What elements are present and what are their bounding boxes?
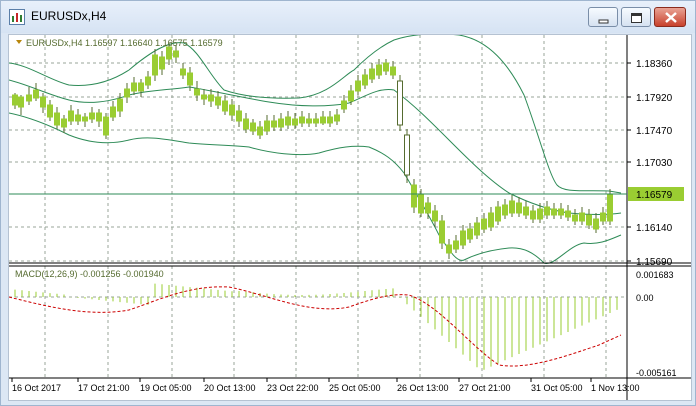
maximize-icon <box>631 13 642 23</box>
macd-axis-label: 0.001683 <box>636 270 674 280</box>
macd-axis-label: -0.005161 <box>636 368 677 378</box>
symbol-info: EURUSDx,H4 1.16597 1.16640 1.16575 1.165… <box>26 38 223 48</box>
time-axis-label: 20 Oct 13:00 <box>204 383 256 393</box>
time-axis-label: 17 Oct 21:00 <box>78 383 130 393</box>
time-axis-label: 23 Oct 22:00 <box>267 383 319 393</box>
chart-area[interactable]: 1.16579 EURUSDx,H4 1.16597 1.16640 1.165… <box>8 33 692 401</box>
chart-window: EURUSDx,H4 1.16579 EURUSDx,H4 1.16597 1.… <box>0 0 696 406</box>
price-chart-svg[interactable]: 1.16579 EURUSDx,H4 1.16597 1.16640 1.165… <box>8 33 691 400</box>
time-axis-label: 19 Oct 05:00 <box>140 383 192 393</box>
price-axis-label: 1.15690 <box>636 257 673 268</box>
time-axis-label: 31 Oct 05:00 <box>531 383 583 393</box>
current-price-label: 1.16579 <box>636 190 673 201</box>
title-bar[interactable]: EURUSDx,H4 <box>1 1 695 33</box>
macd-axis-labels: 0.001683 0.00 -0.005161 <box>636 270 677 378</box>
time-axis-label: 16 Oct 2017 <box>12 383 61 393</box>
bollinger-bands <box>8 33 622 264</box>
price-axis-label: 1.17920 <box>636 93 673 104</box>
window-title: EURUSDx,H4 <box>31 9 107 23</box>
candlesticks <box>12 43 613 259</box>
chart-window-icon <box>9 9 25 25</box>
close-icon <box>665 12 677 23</box>
time-axis-label: 1 Nov 13:00 <box>591 383 640 393</box>
minimize-icon <box>598 19 609 24</box>
time-axis-label: 27 Oct 21:00 <box>459 383 511 393</box>
lower-band <box>8 112 622 264</box>
close-button[interactable] <box>654 7 686 27</box>
price-axis-labels: 1.18360 1.17920 1.17470 1.17030 1.16140 1.156… <box>627 59 673 268</box>
macd-axis-label: 0.00 <box>636 293 654 303</box>
time-axis-labels: 16 Oct 2017 17 Oct 21:00 19 Oct 05:00 20 Oc… <box>11 378 640 393</box>
maximize-button[interactable] <box>621 7 651 27</box>
time-axis-label: 25 Oct 05:00 <box>329 383 381 393</box>
price-axis-label: 1.17470 <box>636 126 673 137</box>
macd-info: MACD(12,26,9) -0.001256 -0.001940 <box>15 269 164 279</box>
price-axis-label: 1.17030 <box>636 158 673 169</box>
chart-grid <box>9 35 627 378</box>
symbol-info-arrow-icon <box>16 40 22 44</box>
price-axis-label: 1.16140 <box>636 223 673 234</box>
time-axis-label: 26 Oct 13:00 <box>397 383 449 393</box>
minimize-button[interactable] <box>588 7 618 27</box>
macd-signal-line <box>8 286 622 367</box>
price-axis-label: 1.18360 <box>636 59 673 70</box>
